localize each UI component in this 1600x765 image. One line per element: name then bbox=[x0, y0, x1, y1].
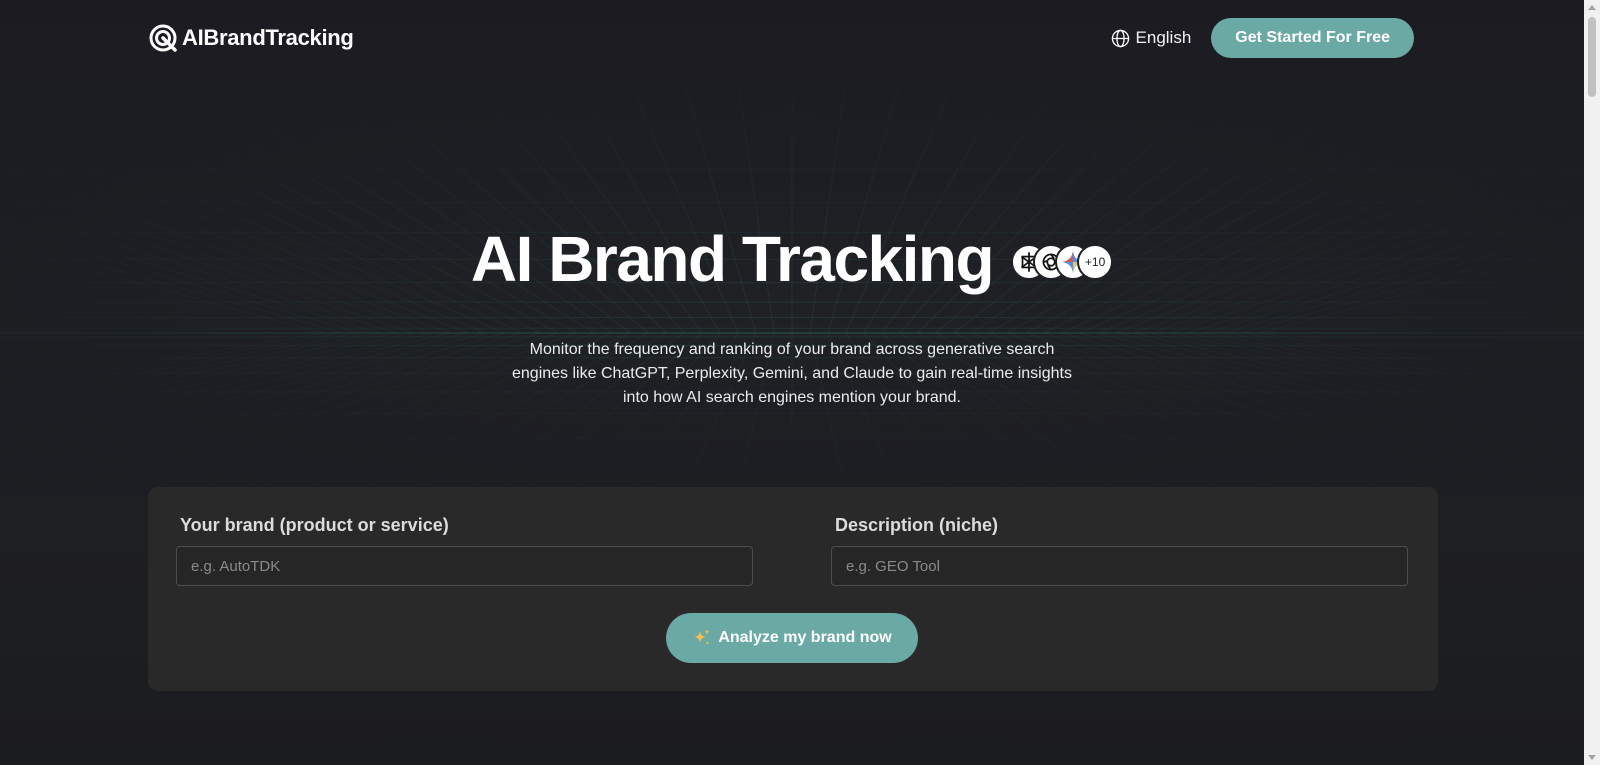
hero-subtitle: Monitor the frequency and ranking of you… bbox=[0, 338, 1584, 410]
scroll-thumb[interactable] bbox=[1588, 17, 1596, 97]
brand-analysis-form: Your brand (product or service) Descript… bbox=[148, 487, 1438, 691]
ai-engine-icons: +10 bbox=[1011, 244, 1114, 280]
hero-subtitle-line: into how AI search engines mention your … bbox=[623, 389, 961, 406]
hero-subtitle-line: Monitor the frequency and ranking of you… bbox=[529, 341, 1055, 358]
page-scrollbar[interactable] bbox=[1584, 0, 1600, 765]
get-started-button[interactable]: Get Started For Free bbox=[1211, 18, 1414, 58]
globe-icon bbox=[1111, 29, 1129, 47]
description-field-label: Description (niche) bbox=[835, 515, 999, 535]
page-title: AI Brand Tracking bbox=[470, 223, 995, 295]
more-engines-badge: +10 bbox=[1077, 244, 1114, 280]
language-selector[interactable]: English bbox=[1111, 28, 1192, 48]
brand-field-group: Your brand (product or service) bbox=[176, 515, 753, 586]
page: AIBrandTracking English Get Started For … bbox=[0, 0, 1584, 765]
analyze-button-label: Analyze my brand now bbox=[718, 629, 892, 646]
brand-input[interactable] bbox=[176, 546, 753, 586]
logo[interactable]: AIBrandTracking bbox=[148, 22, 354, 54]
sparkles-icon bbox=[694, 629, 711, 645]
brand-field-label: Your brand (product or service) bbox=[180, 515, 449, 535]
more-engines-count: +10 bbox=[1084, 255, 1106, 269]
scroll-down-arrow-icon[interactable] bbox=[1588, 755, 1596, 760]
description-input[interactable] bbox=[831, 546, 1408, 586]
description-field-group: Description (niche) bbox=[831, 515, 1408, 586]
language-label: English bbox=[1135, 28, 1192, 47]
logo-text: AIBrandTracking bbox=[182, 25, 354, 50]
hero-subtitle-line: engines like ChatGPT, Perplexity, Gemini… bbox=[512, 365, 1072, 382]
header-actions: English Get Started For Free bbox=[1111, 18, 1414, 58]
hero-heading-row: AI Brand Tracking +10 bbox=[0, 222, 1584, 296]
logo-target-icon bbox=[149, 24, 177, 52]
scroll-up-arrow-icon[interactable] bbox=[1588, 5, 1596, 10]
top-nav: AIBrandTracking English Get Started For … bbox=[148, 0, 1414, 76]
analyze-brand-button[interactable]: Analyze my brand now bbox=[666, 613, 918, 663]
